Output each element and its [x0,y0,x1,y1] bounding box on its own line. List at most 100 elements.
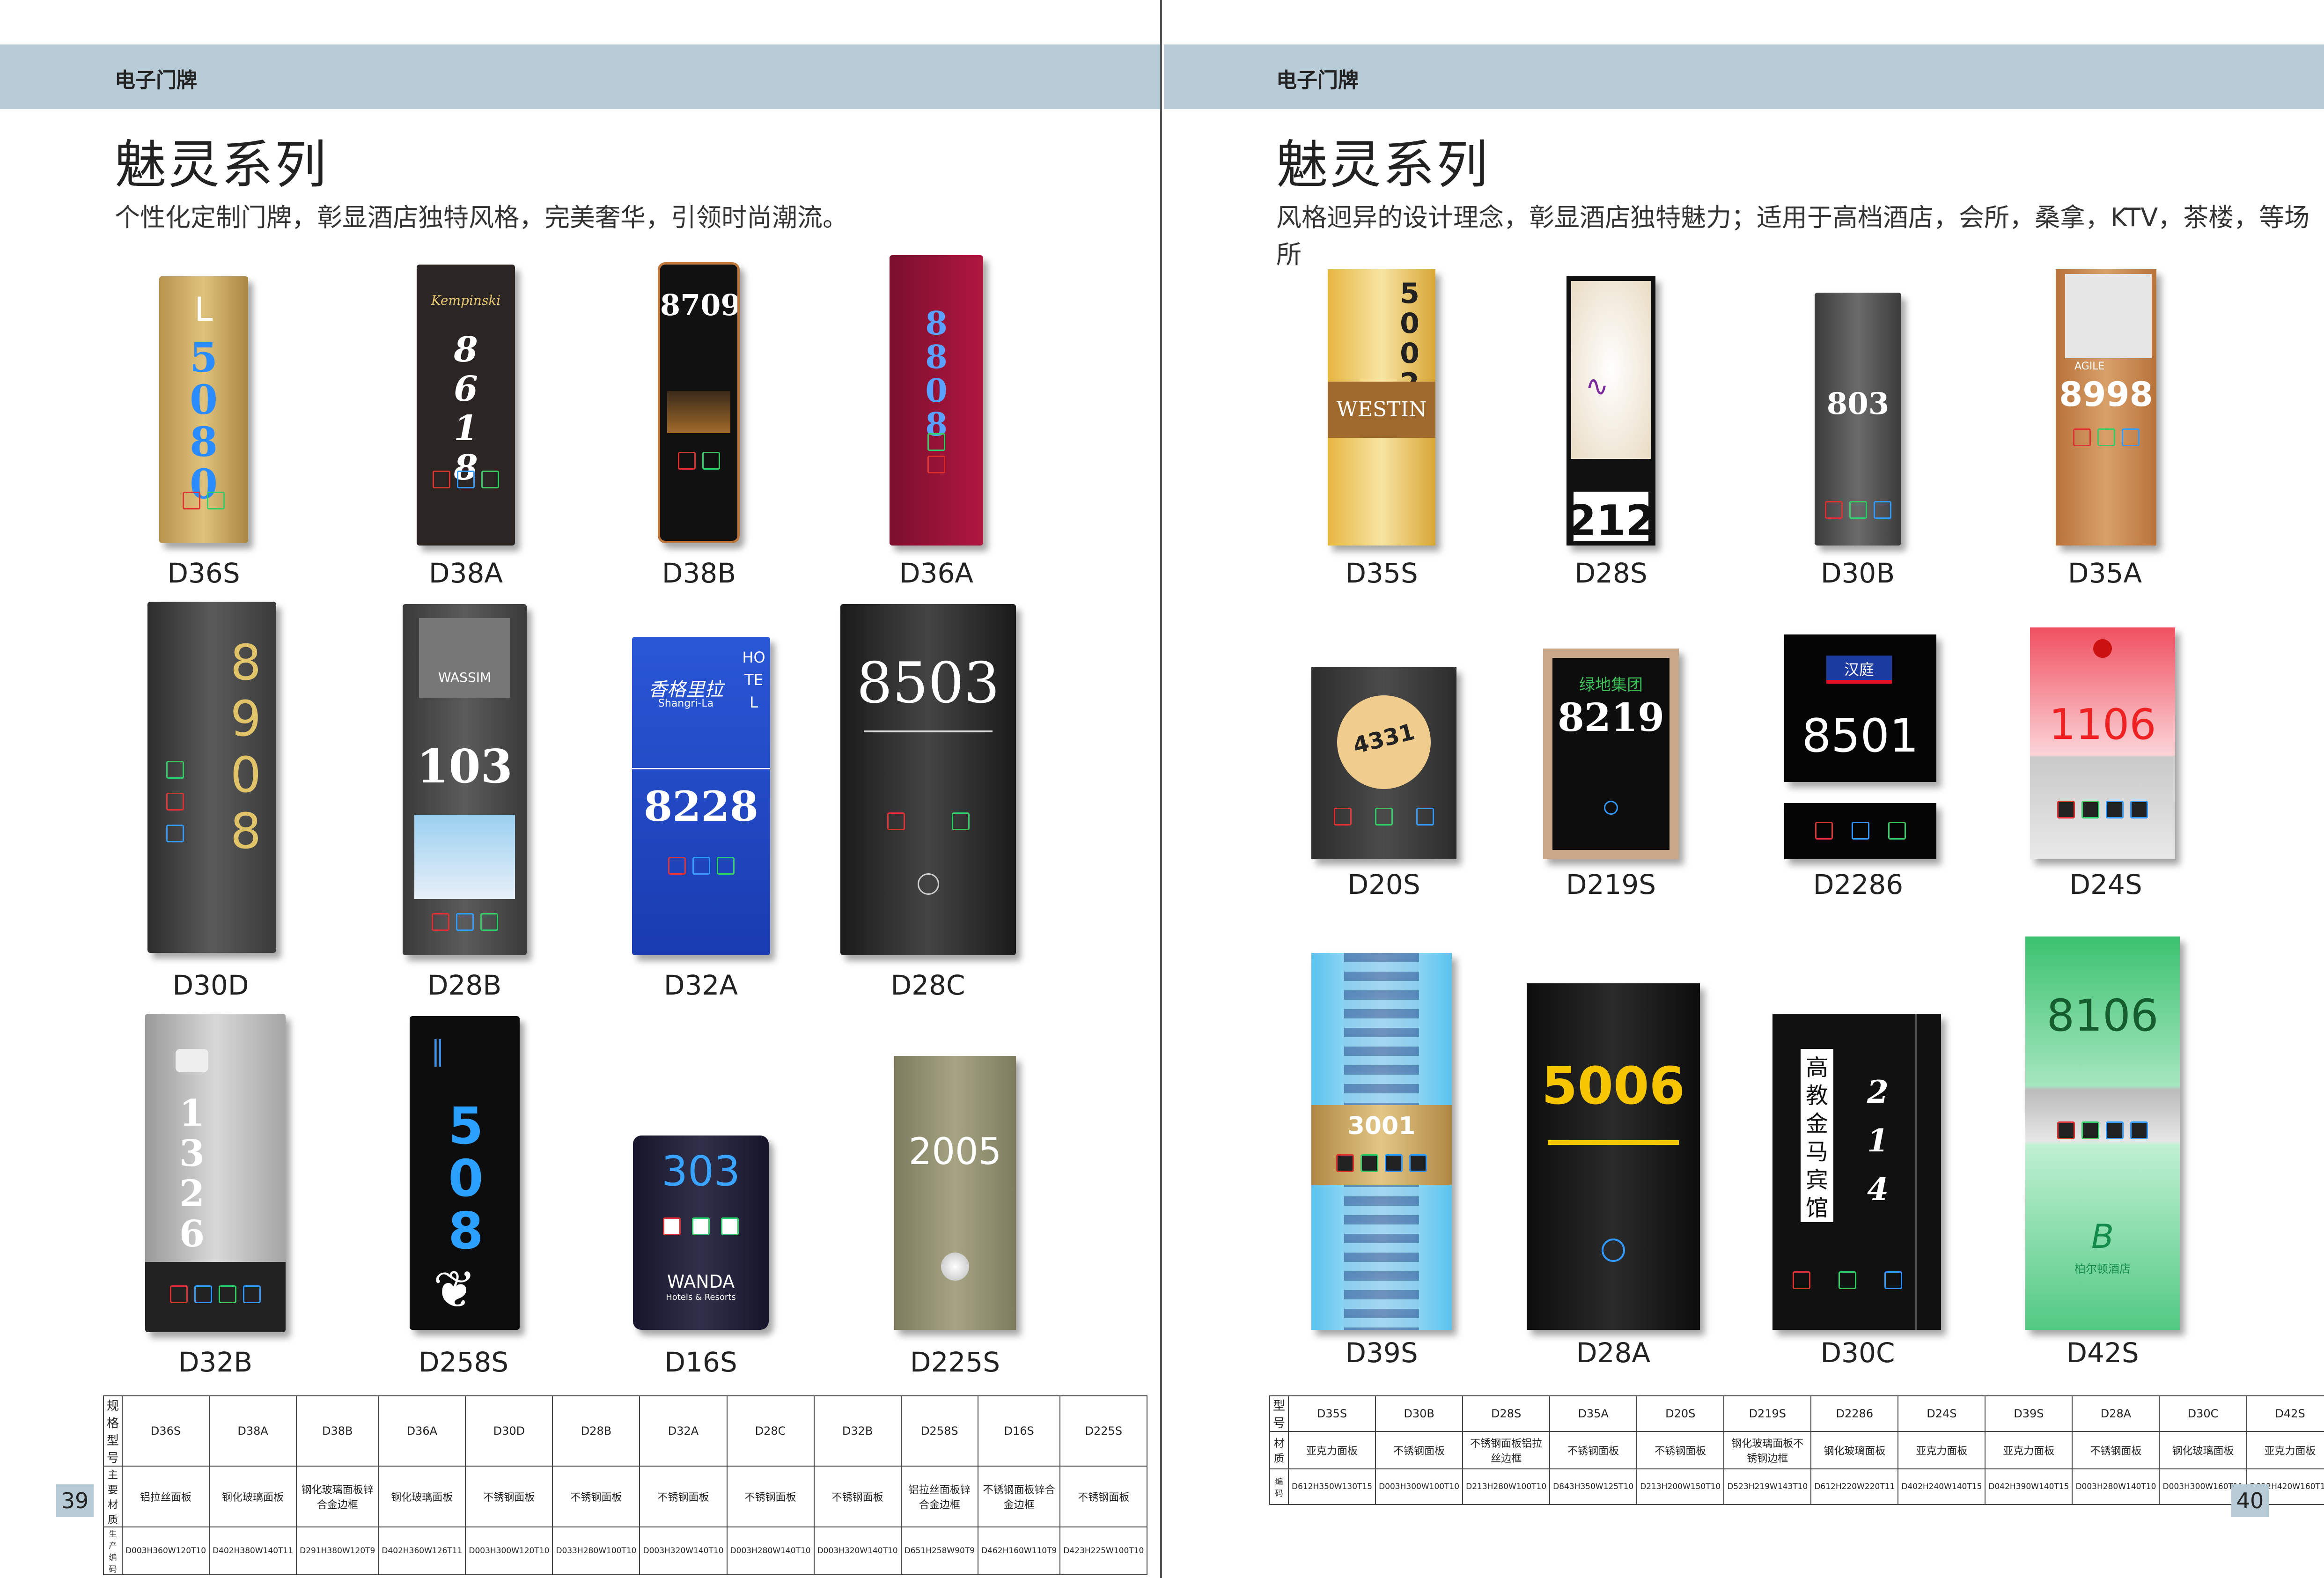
bell-icon [1851,822,1869,840]
brand-logo: 柏尔顿酒店 [2074,1262,2131,1276]
product-d32b: 1326 [145,1014,286,1332]
row-header: 主要材质 [103,1466,123,1527]
clean-icon [457,471,475,488]
bell-icon [1884,1271,1902,1289]
cell: 钢化玻璃面板锌合金边框 [296,1466,379,1527]
cell: D003H280W140T10 [726,1526,815,1575]
spec-table: 规格型号 D36S D38A D38B D36A D30D D28B D32A D28C D32… [103,1395,1148,1575]
doorplate-image: 303 WANDA Hotels & Resorts [633,1136,769,1330]
clean-icon [456,913,474,931]
series-title: 魅灵系列 [1276,135,1490,195]
brand-logo-icon [176,1049,208,1072]
cell: 不锈钢面板 [1549,1431,1638,1469]
cell: 不锈钢面板 [1636,1431,1725,1469]
product-label: D30C [1820,1337,1895,1369]
brand-logo: AGILE [2074,361,2105,372]
room-number: 1326 [179,1092,205,1255]
status-icons [890,433,983,473]
product-d35a: AGILE 8998 [2056,269,2156,546]
doorplate-image: 8709 [658,262,740,543]
service-icon [2106,801,2124,818]
brand-logo-en: Shangri-La [658,698,714,709]
brand-logo: WANDA [667,1271,735,1292]
service-icon [721,1217,739,1235]
product-d16s: 303 WANDA Hotels & Resorts [633,1136,769,1330]
cell: D423H225W100T10 [1059,1526,1148,1575]
status-icons [1784,822,1936,840]
service-icon [2106,1121,2124,1139]
product-label: D24S [2069,869,2142,900]
doorplate-image: 1106 [2030,627,2175,859]
service-icon [1385,1154,1403,1172]
wave-icon: ∿ [1585,370,1609,403]
brand-logo-icon: B [2091,1217,2114,1256]
hotel-side-label: HOTEL [742,649,765,711]
product-d42s: 8106 B 柏尔顿酒店 [2025,936,2180,1330]
row-header: 规格型号 [103,1395,123,1467]
room-number: 8106 [2046,990,2159,1041]
product-d38b: 8709 [658,262,740,543]
cell: D2286 [1810,1395,1899,1432]
product-d30d: 8908 [147,602,276,953]
cell: D213H200W150T10 [1636,1468,1725,1505]
bell-icon [918,873,939,895]
dnd-icon [2057,1121,2075,1139]
room-number: 8618 [454,330,478,488]
status-icons [2056,428,2156,446]
product-d32a: 香格里拉 Shangri-La HOTEL 8228 [632,637,770,955]
clean-icon [1361,1154,1378,1172]
cell: D38A [209,1395,297,1467]
brand-logo: L [194,290,213,329]
cell: 钢化玻璃面板不锈钢边框 [1723,1431,1812,1469]
product-d219s: 绿地集团 8219 [1543,649,1679,859]
series-subtitle: 个性化定制门牌，彰显酒店独特风格，完美奢华，引领时尚潮流。 [115,203,848,232]
row-header: 编码 [1269,1468,1289,1505]
brand-logo: 汉庭 [1826,656,1892,684]
dnd-icon [2057,801,2075,818]
status-icons [1311,1154,1452,1172]
status-icons [166,761,184,842]
room-number: 8503 [856,651,1000,716]
room-number: 8908 [230,634,262,860]
clean-icon [702,452,720,470]
brand-logo-sub: Hotels & Resorts [666,1292,736,1302]
room-number: 2005 [908,1131,1002,1173]
spec-table: 型号 D35S D30B D28S D35A D20S D219S D2286 D24S D39… [1269,1395,2324,1505]
product-label: D39S [1345,1337,1418,1369]
doorplate-image: L 5080 [159,276,248,543]
artwork-panel [1571,281,1651,459]
header-label: 电子门牌 [1276,68,1359,92]
cell: D225S [1059,1395,1148,1467]
cell: D219S [1723,1395,1812,1432]
product-d2286: 汉庭 8501 [1784,634,1936,859]
page-right: 电子门牌 魅灵系列 风格迥异的设计理念，彰显酒店独特魅力；适用于高档酒店，会所，… [1164,0,2324,1578]
status-icons [1772,1271,1941,1289]
cell: 不锈钢面板 [726,1466,815,1527]
clean-icon [1375,808,1393,826]
product-d24s: 1106 [2030,627,2175,859]
cell: 亚克力面板 [2246,1431,2324,1469]
product-d258s: ∥ 508 ❦ [410,1016,520,1330]
service-icon [219,1285,236,1303]
product-label: D38A [428,557,503,589]
product-d28s: ∿ 212 [1566,276,1655,546]
cell: D462H160W110T9 [978,1526,1061,1575]
doorplate-image: 香格里拉 Shangri-La HOTEL 8228 [632,637,770,955]
product-label: D36A [899,557,974,589]
product-label: D32A [663,969,738,1001]
service-icon [481,471,499,488]
dnd-icon [668,857,686,875]
cell: 铝拉丝面板 [122,1466,210,1527]
page-number: 39 [56,1484,94,1517]
clean-icon [692,1217,710,1235]
status-icons [1311,808,1456,826]
bell-icon [1604,801,1618,815]
dnd-icon [927,456,945,473]
hotel-photo [414,815,515,899]
dnd-icon [433,471,450,488]
cell: D36S [122,1395,210,1467]
header-bar: 电子门牌 [0,44,1160,109]
cell: 不锈钢面板 [1059,1466,1148,1527]
bamboo-icon: ❦ [433,1260,477,1320]
dnd-icon [677,452,696,470]
